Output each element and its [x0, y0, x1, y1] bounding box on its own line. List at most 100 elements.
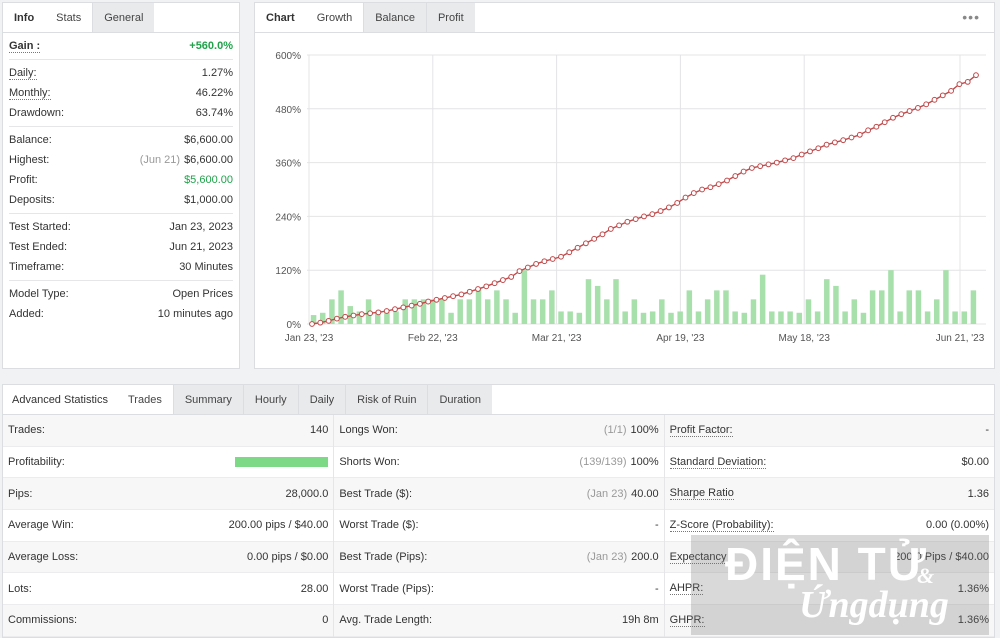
growth-point: [782, 157, 788, 164]
chart-panel: Chart Growth Balance Profit ••• 600% 480%…: [254, 2, 995, 369]
tab-duration[interactable]: Duration: [427, 385, 493, 414]
worst-trade-pips-label: Worst Trade (Pips):: [339, 582, 434, 595]
growth-point: [973, 72, 979, 79]
profit-label: Profit:: [9, 174, 38, 186]
growth-point: [964, 79, 971, 85]
profit-factor-label[interactable]: Profit Factor:: [669, 424, 733, 437]
growth-point: [740, 168, 747, 175]
more-dots-icon[interactable]: •••: [962, 9, 980, 25]
volume-bar: [640, 312, 647, 324]
volume-bar: [484, 299, 491, 324]
growth-point: [466, 288, 473, 295]
z-score-label[interactable]: Z-Score (Probability):: [669, 519, 774, 532]
volume-bar: [750, 299, 757, 324]
volume-bar: [897, 311, 903, 324]
volume-bar: [759, 274, 766, 324]
sharpe-ratio-value: 1.36: [967, 487, 989, 500]
best-trade-pips-label: Best Trade (Pips):: [339, 551, 428, 564]
growth-point: [450, 293, 457, 300]
growth-point: [607, 226, 614, 232]
tab-summary[interactable]: Summary: [172, 385, 243, 414]
growth-point: [790, 155, 797, 162]
profitability-label: Profitability:: [8, 456, 65, 469]
tab-growth[interactable]: Growth: [305, 3, 364, 32]
volume-bar: [686, 290, 693, 324]
volume-bar: [906, 290, 913, 324]
growth-point: [798, 151, 805, 158]
growth-point: [334, 315, 340, 322]
volume-bar: [439, 299, 445, 324]
growth-point: [574, 244, 581, 251]
growth-point: [475, 286, 481, 292]
growth-point: [906, 108, 913, 114]
growth-point: [840, 137, 847, 144]
pips-value: 28,000.0: [285, 487, 329, 500]
average-win-label: Average Win:: [8, 519, 74, 532]
volume-bar: [888, 270, 894, 324]
growth-point: [325, 317, 332, 324]
volume-bar: [558, 311, 564, 324]
tab-profit[interactable]: Profit: [425, 3, 475, 32]
volume-bar: [512, 312, 518, 324]
monthly-row: Monthly: 46.22%: [9, 83, 233, 103]
volume-bar: [842, 311, 848, 324]
profitability-bar: [235, 457, 329, 468]
daily-label[interactable]: Daily:: [9, 67, 37, 80]
worst-trade-usd-row: Worst Trade ($): -: [334, 510, 664, 542]
stats-column-1: Trades: 140 Profitability: Pips: 28,000.0 …: [3, 415, 334, 637]
x-tick-label: Mar 21, '23: [532, 333, 582, 344]
gain-label[interactable]: Gain :: [9, 40, 41, 53]
trades-value: 140: [309, 424, 329, 437]
longs-won-count: (1/1): [603, 424, 627, 437]
volume-bar: [851, 299, 858, 324]
lots-value: 28.00: [300, 582, 329, 595]
test-ended-label: Test Ended:: [9, 241, 68, 253]
growth-point: [948, 87, 954, 94]
growth-point: [566, 249, 573, 256]
standard-deviation-label[interactable]: Standard Deviation:: [669, 456, 767, 469]
longs-won-row: Longs Won: (1/1) 100%: [334, 415, 664, 447]
tab-general[interactable]: General: [92, 3, 155, 32]
monthly-label[interactable]: Monthly:: [9, 87, 51, 100]
growth-point: [823, 141, 830, 148]
growth-point: [549, 256, 556, 262]
best-trade-pips-row: Best Trade (Pips): (Jan 23) 200.0: [334, 541, 664, 574]
tab-balance[interactable]: Balance: [363, 3, 426, 32]
growth-point: [433, 296, 440, 303]
growth-point: [541, 258, 548, 265]
best-trade-pips-value: 200.0: [631, 551, 659, 564]
shorts-won-value-wrap: (139/139) 100%: [579, 456, 658, 468]
growth-point: [500, 277, 506, 283]
longs-won-label: Longs Won:: [339, 424, 398, 437]
sharpe-ratio-label[interactable]: Sharpe Ratio: [669, 487, 734, 501]
y-tick-label: 120%: [275, 266, 301, 277]
growth-point: [690, 190, 697, 196]
balance-value: $6,600.00: [184, 134, 233, 146]
volume-bar: [448, 312, 454, 324]
tab-hourly[interactable]: Hourly: [242, 385, 298, 414]
growth-point: [682, 194, 689, 201]
tab-info[interactable]: Info: [3, 3, 45, 32]
growth-point: [458, 291, 465, 298]
x-tick-label: May 18, '23: [779, 333, 831, 344]
growth-point: [400, 304, 407, 311]
watermark-line2: Ứngdụng: [799, 584, 949, 626]
volume-bar: [594, 285, 601, 324]
volume-bar: [787, 311, 793, 324]
tab-chart[interactable]: Chart: [255, 3, 306, 32]
pips-row: Pips: 28,000.0: [3, 478, 334, 511]
tab-trades[interactable]: Trades: [117, 385, 173, 414]
growth-chart: 600% 480% 360% 240% 120% 0% Jan 23, '23 Feb 22,…: [275, 51, 986, 344]
longs-won-value: 100%: [630, 424, 659, 437]
timeframe-value: 30 Minutes: [179, 261, 233, 273]
tab-daily[interactable]: Daily: [297, 385, 346, 414]
growth-point: [674, 200, 681, 206]
tab-risk-of-ruin[interactable]: Risk of Ruin: [345, 385, 428, 414]
shorts-won-row: Shorts Won: (139/139) 100%: [334, 447, 664, 479]
tab-advanced-statistics[interactable]: Advanced Statistics: [3, 385, 117, 414]
growth-point: [425, 298, 432, 305]
tab-stats[interactable]: Stats: [45, 3, 93, 32]
test-ended-value: Jun 21, 2023: [169, 241, 233, 253]
growth-point: [508, 274, 515, 280]
volume-bar: [521, 270, 528, 324]
